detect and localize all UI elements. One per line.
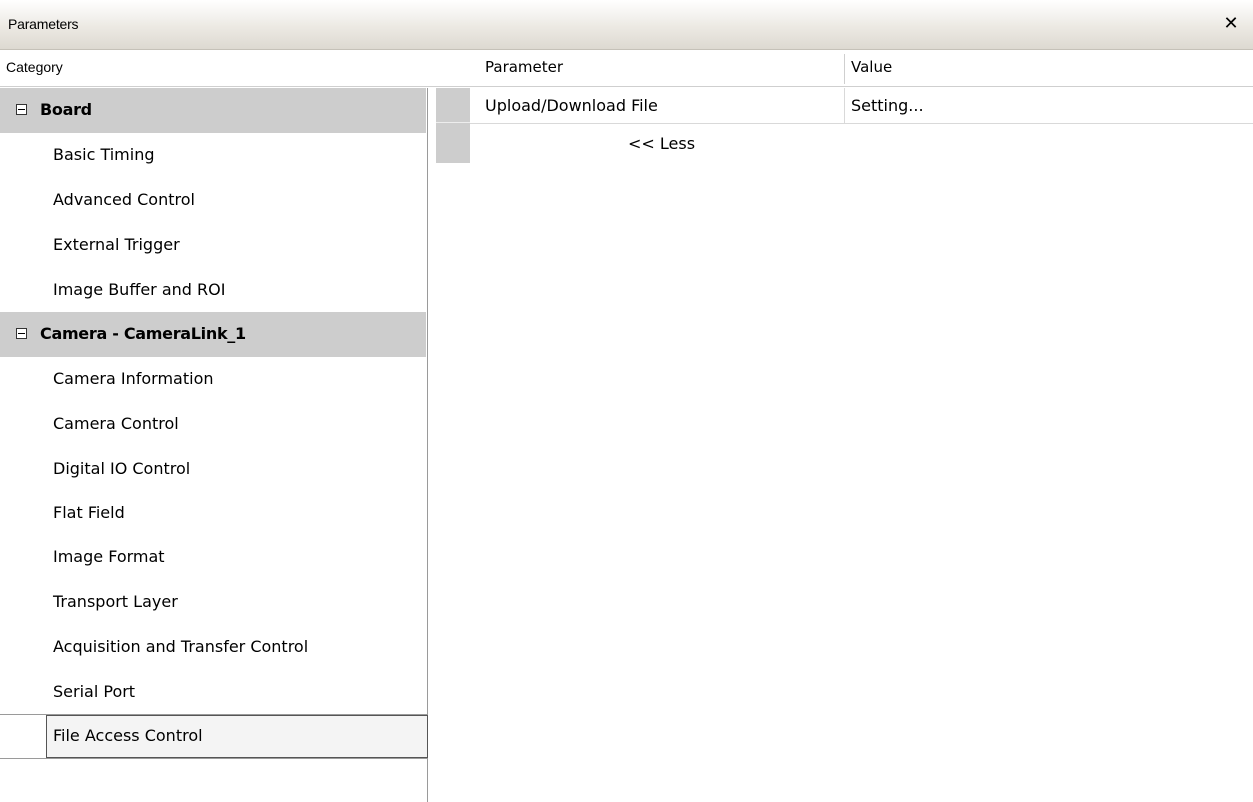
parameter-header[interactable]: Parameter xyxy=(485,58,563,76)
tree-item-label: Camera Control xyxy=(53,414,179,433)
header-separator[interactable] xyxy=(844,54,845,84)
window-title: Parameters xyxy=(8,16,79,32)
value-header[interactable]: Value xyxy=(851,58,892,76)
tree-item-external-trigger[interactable]: External Trigger xyxy=(0,223,426,268)
tree-item-image-buffer-and-roi[interactable]: Image Buffer and ROI xyxy=(0,268,426,313)
less-toggle-button[interactable]: << Less xyxy=(628,134,695,153)
tree-item-label: Image Buffer and ROI xyxy=(53,280,226,299)
category-tree: Board Basic Timing Advanced Control Exte… xyxy=(0,88,428,802)
tree-item-transport-layer[interactable]: Transport Layer xyxy=(0,580,426,625)
column-header: Category Parameter Value xyxy=(0,50,1253,87)
tree-group-board[interactable]: Board xyxy=(0,88,426,133)
title-bar: Parameters ✕ xyxy=(0,0,1253,50)
close-icon[interactable]: ✕ xyxy=(1219,10,1243,38)
parameters-panel: Parameters ✕ Category Parameter Value Bo… xyxy=(0,0,1253,802)
tree-item-file-access-control[interactable]: File Access Control xyxy=(46,715,428,758)
tree-item-label: External Trigger xyxy=(53,235,180,254)
tree-item-acquisition-and-transfer-control[interactable]: Acquisition and Transfer Control xyxy=(0,625,426,670)
tree-group-label: Board xyxy=(40,100,92,119)
tree-item-label: Image Format xyxy=(53,547,165,566)
row-header-divider xyxy=(436,122,470,123)
tree-item-label: Camera Information xyxy=(53,369,214,388)
tree-item-digital-io-control[interactable]: Digital IO Control xyxy=(0,447,426,492)
tree-item-camera-information[interactable]: Camera Information xyxy=(0,357,426,402)
tree-item-image-format[interactable]: Image Format xyxy=(0,535,426,580)
tree-item-label: Digital IO Control xyxy=(53,459,191,478)
category-header: Category xyxy=(6,59,63,75)
tree-item-label: Transport Layer xyxy=(53,592,178,611)
parameter-cell[interactable]: Upload/Download File xyxy=(485,96,658,115)
tree-item-basic-timing[interactable]: Basic Timing xyxy=(0,133,426,178)
tree-group-label: Camera - CameraLink_1 xyxy=(40,324,246,343)
tree-item-label: File Access Control xyxy=(53,726,203,745)
tree-item-label: Acquisition and Transfer Control xyxy=(53,637,309,656)
tree-group-camera[interactable]: Camera - CameraLink_1 xyxy=(0,312,426,357)
collapse-icon[interactable] xyxy=(16,104,27,115)
table-row[interactable]: Upload/Download File Setting... xyxy=(470,88,1253,124)
cell-separator xyxy=(844,88,845,123)
collapse-icon[interactable] xyxy=(16,328,27,339)
value-cell[interactable]: Setting... xyxy=(851,96,924,115)
tree-divider xyxy=(0,758,428,759)
tree-item-flat-field[interactable]: Flat Field xyxy=(0,491,426,536)
tree-item-label: Advanced Control xyxy=(53,190,195,209)
tree-item-serial-port[interactable]: Serial Port xyxy=(0,670,426,715)
tree-item-label: Serial Port xyxy=(53,682,136,701)
tree-item-advanced-control[interactable]: Advanced Control xyxy=(0,178,426,223)
tree-item-label: Flat Field xyxy=(53,503,125,522)
tree-item-camera-control[interactable]: Camera Control xyxy=(0,402,426,447)
tree-item-label: Basic Timing xyxy=(53,145,155,164)
row-header-gutter xyxy=(436,88,470,163)
